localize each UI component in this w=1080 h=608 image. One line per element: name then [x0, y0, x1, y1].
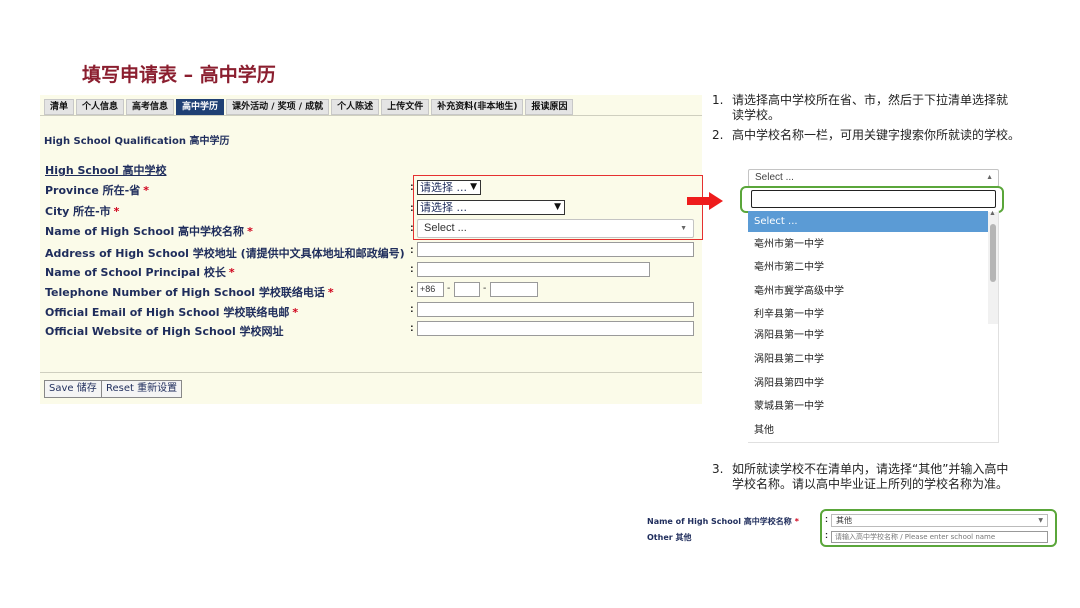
highlight-box-red: [413, 175, 703, 240]
dropdown-option[interactable]: 亳州市第二中学: [748, 257, 988, 278]
tabs-divider: [40, 115, 702, 116]
tab-activities-awards[interactable]: 课外活动 / 奖项 / 成就: [226, 99, 330, 115]
required-marker: *: [794, 517, 799, 526]
highlight-box-green: [820, 509, 1057, 547]
colon: :: [410, 303, 414, 315]
dropdown-list: Select ... 亳州市第一中学 亳州市第二中学 亳州市冀学高级中学 利辛县…: [748, 211, 999, 443]
dropdown-option[interactable]: 涡阳县第一中学: [748, 325, 988, 346]
phone-area-input[interactable]: [454, 282, 480, 297]
dropdown-option[interactable]: 其他: [748, 420, 988, 441]
tab-reasons[interactable]: 报读原因: [525, 99, 574, 115]
dropdown-option[interactable]: 亳州市第一中学: [748, 234, 988, 255]
phone-prefix-input[interactable]: +86: [417, 282, 444, 297]
group-title: High School 高中学校: [45, 164, 167, 177]
principal-input[interactable]: [417, 262, 650, 277]
principal-label: Name of School Principal 校长 *: [45, 266, 235, 279]
instruction-3: 3. 如所就读学校不在清单内，请选择“其他”并输入高中 学校名称。请以高中毕业证上…: [712, 462, 1009, 491]
dropdown-scrollbar[interactable]: ▲: [988, 210, 998, 324]
website-label: Official Website of High School 学校网址: [45, 325, 284, 338]
scrollbar-thumb[interactable]: [990, 224, 996, 282]
colon: :: [410, 283, 414, 295]
tab-personal-info[interactable]: 个人信息: [76, 99, 125, 115]
school-address-label: Address of High School 学校地址 (请提供中文具体地址和邮…: [45, 247, 405, 260]
phone-number-input[interactable]: [490, 282, 538, 297]
slide-title: 填写申请表 – 高中学历: [82, 64, 276, 86]
phone-separator: -: [483, 283, 487, 294]
colon: :: [410, 244, 414, 256]
reset-button[interactable]: Reset 重新设置: [101, 380, 183, 398]
city-label: City 所在-市 *: [45, 205, 120, 218]
school-dropdown-header[interactable]: Select ... ▲: [748, 169, 999, 187]
required-marker: *: [143, 184, 149, 197]
instruction-1: 1. 请选择高中学校所在省、市，然后于下拉清单选择就 读学校。: [712, 93, 1009, 122]
section-title: High School Qualification 高中学历: [44, 136, 230, 147]
tab-personal-statement[interactable]: 个人陈述: [331, 99, 380, 115]
tab-high-school[interactable]: 高中学历: [176, 99, 225, 115]
dropdown-option[interactable]: 蒙城县第一中学: [748, 396, 988, 417]
dropdown-option[interactable]: Select ...: [748, 211, 988, 232]
email-label: Official Email of High School 学校联络电邮 *: [45, 306, 299, 319]
right-arrow-icon: [687, 192, 723, 210]
scroll-up-icon[interactable]: ▲: [989, 210, 996, 217]
form-tabs: 清单 个人信息 高考信息 高中学历 课外活动 / 奖项 / 成就 个人陈述 上传…: [44, 99, 575, 115]
website-input[interactable]: [417, 321, 694, 336]
tab-upload-files[interactable]: 上传文件: [381, 99, 430, 115]
email-input[interactable]: [417, 302, 694, 317]
required-marker: *: [327, 286, 334, 299]
required-marker: *: [247, 225, 253, 238]
form-divider: [40, 372, 702, 373]
dropdown-option[interactable]: 涡阳县第四中学: [748, 373, 988, 394]
phone-separator: -: [447, 283, 451, 294]
colon: :: [410, 322, 414, 334]
mini-other-label: Other 其他: [647, 533, 692, 542]
telephone-label: Telephone Number of High School 学校联络电话 *: [45, 286, 334, 299]
save-button[interactable]: Save 储存: [44, 380, 102, 398]
required-marker: *: [113, 205, 120, 218]
tab-gaokao-info[interactable]: 高考信息: [126, 99, 175, 115]
chevron-up-icon: ▲: [986, 174, 993, 181]
colon: :: [410, 263, 414, 275]
application-form-panel: 清单 个人信息 高考信息 高中学历 课外活动 / 奖项 / 成就 个人陈述 上传…: [40, 95, 702, 404]
required-marker: *: [292, 306, 299, 319]
province-label: Province 所在-省 *: [45, 184, 149, 197]
dropdown-option[interactable]: 涡阳县第二中学: [748, 349, 988, 370]
dropdown-option[interactable]: 亳州市冀学高级中学: [748, 281, 988, 302]
instruction-2: 2. 高中学校名称一栏，可用关键字搜索你所就读的学校。: [712, 128, 1021, 142]
tab-supplementary[interactable]: 补充资料(非本地生): [431, 99, 524, 115]
required-marker: *: [228, 266, 235, 279]
mini-school-label: Name of High School 高中学校名称 *: [647, 517, 799, 526]
school-name-label: Name of High School 高中学校名称 *: [45, 225, 253, 238]
school-address-input[interactable]: [417, 242, 694, 257]
dropdown-option[interactable]: 利辛县第一中学: [748, 304, 988, 325]
tab-checklist[interactable]: 清单: [44, 99, 75, 115]
dropdown-search-input[interactable]: [751, 190, 996, 208]
